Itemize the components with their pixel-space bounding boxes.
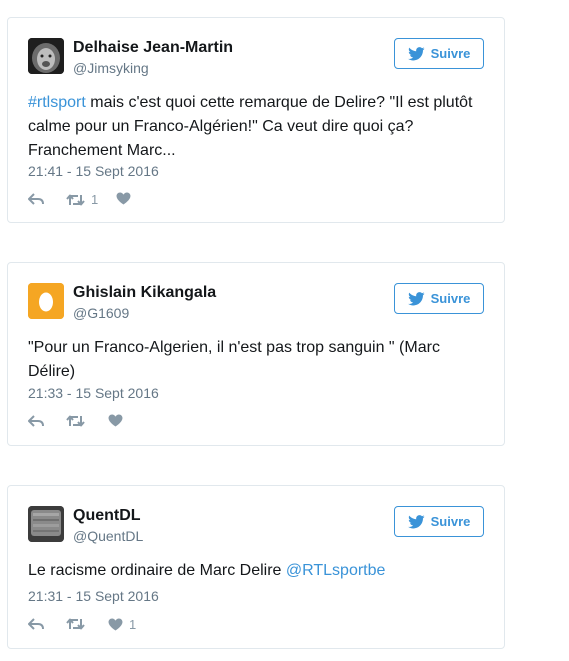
follow-button[interactable]: Suivre [394, 506, 484, 537]
timestamp[interactable]: 21:41 - 15 Sept 2016 [28, 163, 159, 179]
like-button[interactable]: 1 [108, 617, 136, 632]
reply-icon [28, 415, 44, 427]
avatar[interactable] [28, 506, 64, 542]
retweet-icon [66, 194, 85, 205]
user-handle[interactable]: @QuentDL [73, 528, 143, 544]
retweet-button[interactable] [66, 617, 91, 631]
retweet-icon [66, 415, 85, 427]
reply-icon [28, 193, 44, 205]
user-handle[interactable]: @G1609 [73, 305, 129, 321]
tweet-card: QuentDL @QuentDL Suivre Le racisme ordin… [7, 485, 505, 649]
display-name[interactable]: Ghislain Kikangala [73, 284, 216, 302]
retweet-button[interactable] [66, 414, 91, 428]
twitter-bird-icon [407, 291, 425, 305]
reply-icon [28, 618, 44, 630]
avatar[interactable] [28, 38, 64, 74]
hashtag-link[interactable]: #rtlsport [28, 94, 86, 111]
reply-button[interactable] [28, 617, 44, 631]
like-button[interactable] [108, 414, 129, 427]
twitter-bird-icon [407, 514, 425, 528]
follow-label: Suivre [430, 514, 471, 529]
tweet-header: Ghislain Kikangala @G1609 Suivre [28, 283, 484, 323]
tweet-text: #rtlsport mais c'est quoi cette remarque… [28, 91, 480, 163]
tweet-body: Le racisme ordinaire de Marc Delire [28, 562, 286, 579]
retweet-button[interactable]: 1 [66, 192, 98, 207]
tweet-header: QuentDL @QuentDL Suivre [28, 506, 484, 546]
heart-icon [108, 618, 123, 631]
display-name[interactable]: Delhaise Jean-Martin [73, 39, 233, 57]
tweet-card: Delhaise Jean-Martin @Jimsyking Suivre #… [7, 17, 505, 223]
display-name[interactable]: QuentDL [73, 507, 141, 525]
tweet-body: "Pour un Franco-Algerien, il n'est pas t… [28, 339, 440, 380]
follow-label: Suivre [430, 46, 471, 61]
timestamp[interactable]: 21:33 - 15 Sept 2016 [28, 385, 159, 401]
reply-button[interactable] [28, 414, 44, 428]
timestamp[interactable]: 21:31 - 15 Sept 2016 [28, 588, 159, 604]
reply-button[interactable] [28, 192, 44, 206]
twitter-bird-icon [407, 46, 425, 60]
mention-link[interactable]: @RTLsportbe [286, 562, 386, 579]
user-handle[interactable]: @Jimsyking [73, 60, 149, 76]
retweet-count: 1 [91, 192, 99, 207]
follow-button[interactable]: Suivre [394, 283, 484, 314]
avatar[interactable] [28, 283, 64, 319]
follow-label: Suivre [430, 291, 471, 306]
like-count: 1 [129, 617, 137, 632]
retweet-icon [66, 618, 85, 630]
tweet-body: mais c'est quoi cette remarque de Delire… [28, 94, 473, 159]
tweet-text: Le racisme ordinaire de Marc Delire @RTL… [28, 559, 480, 583]
follow-button[interactable]: Suivre [394, 38, 484, 69]
tweet-card: Ghislain Kikangala @G1609 Suivre "Pour u… [7, 262, 505, 446]
heart-icon [108, 414, 123, 427]
tweet-header: Delhaise Jean-Martin @Jimsyking Suivre [28, 38, 484, 78]
heart-icon [116, 192, 131, 205]
tweet-text: "Pour un Franco-Algerien, il n'est pas t… [28, 336, 480, 384]
like-button[interactable] [116, 192, 137, 205]
